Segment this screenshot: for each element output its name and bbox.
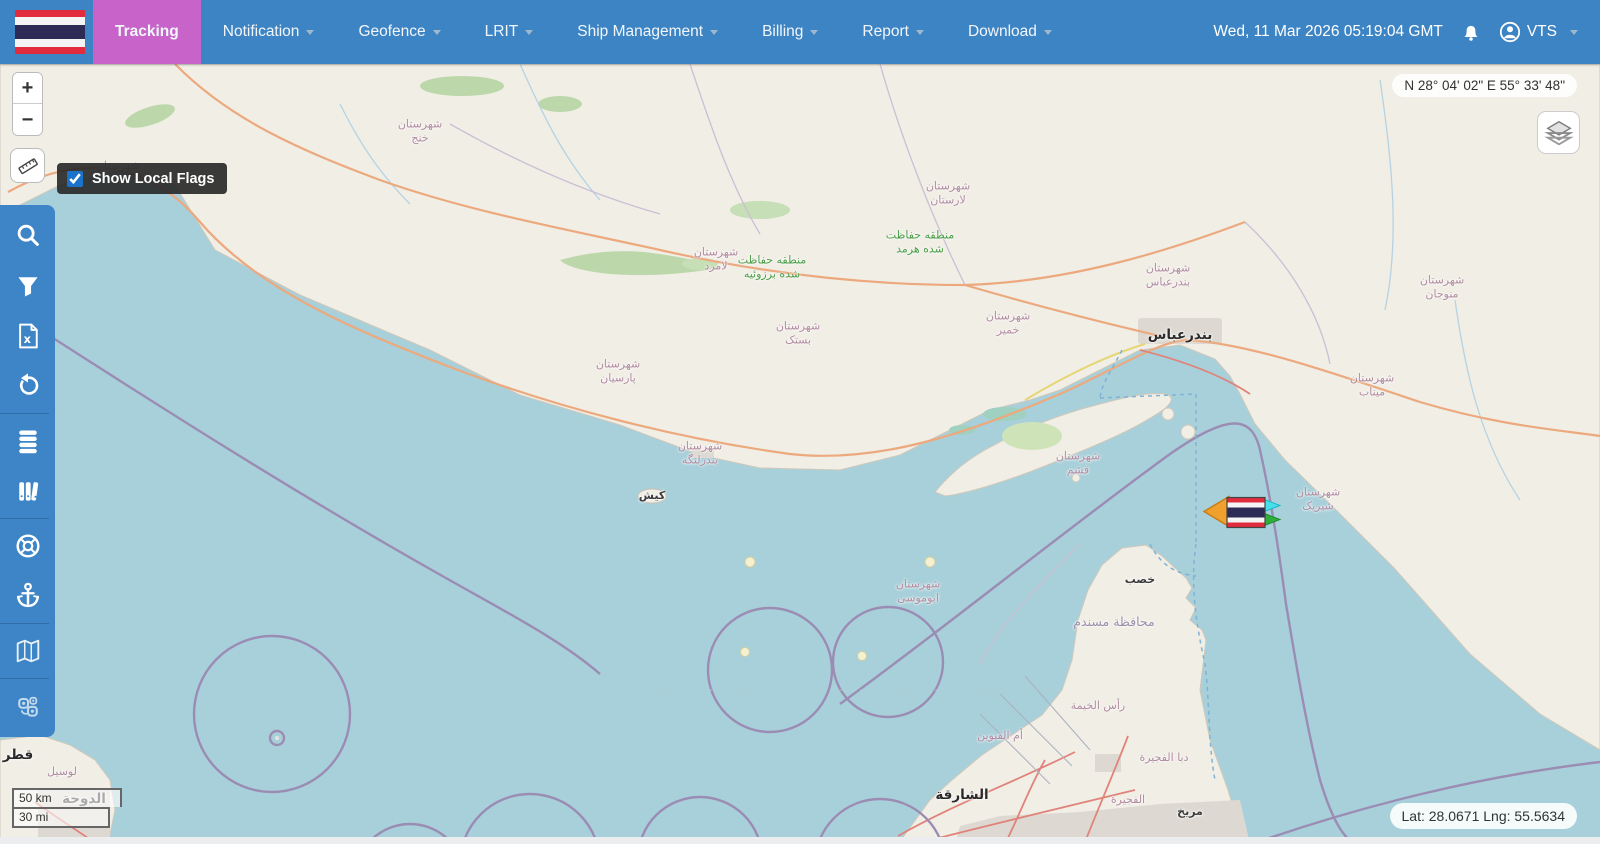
latlng-display: Lat: 28.0671 Lng: 55.5634	[1390, 803, 1577, 829]
excel-export-button[interactable]: x	[0, 311, 55, 361]
svg-text:x: x	[23, 332, 31, 346]
measure-tool-button[interactable]	[10, 148, 45, 183]
thailand-flag-logo[interactable]	[15, 10, 85, 54]
top-navbar: Tracking Notification Geofence LRIT Ship…	[0, 0, 1600, 64]
map-tools-sidebar: x	[0, 205, 55, 737]
bottom-edge-strip	[0, 837, 1600, 844]
chevron-down-icon	[810, 30, 818, 35]
divider	[0, 678, 49, 679]
layers-icon	[1544, 118, 1574, 148]
archive-icon	[14, 477, 42, 505]
divider	[0, 413, 49, 414]
thai-flag	[1227, 498, 1265, 528]
nav-billing[interactable]: Billing	[740, 0, 840, 64]
chevron-down-icon	[1570, 30, 1578, 35]
nav-report[interactable]: Report	[840, 0, 946, 64]
search-icon	[13, 221, 43, 251]
show-local-flags-label: Show Local Flags	[92, 171, 214, 187]
vts-application: Tracking Notification Geofence LRIT Ship…	[0, 0, 1600, 844]
nav-geofence[interactable]: Geofence	[336, 0, 462, 64]
main-menu: Tracking Notification Geofence LRIT Ship…	[93, 0, 1074, 64]
cluster-button[interactable]	[0, 681, 55, 731]
chevron-down-icon	[433, 30, 441, 35]
datetime-display: Wed, 11 Mar 2026 05:19:04 GMT	[1213, 23, 1442, 41]
map-artwork	[0, 64, 1600, 844]
layers-control-button[interactable]	[1537, 111, 1580, 154]
vessel-arrow-orange	[1204, 497, 1229, 527]
show-local-flags-toggle: Show Local Flags	[57, 163, 227, 194]
chevron-down-icon	[306, 30, 314, 35]
user-circle-icon	[1499, 21, 1521, 43]
search-button[interactable]	[0, 211, 55, 261]
notifications-bell-button[interactable]	[1461, 22, 1481, 42]
nav-ship-management[interactable]: Ship Management	[555, 0, 740, 64]
filter-button[interactable]	[0, 261, 55, 311]
divider	[0, 518, 49, 519]
map-scale-control: 50 km 30 mi	[12, 788, 122, 828]
scale-km: 50 km	[12, 788, 122, 807]
database-icon	[14, 427, 42, 455]
chevron-down-icon	[916, 30, 924, 35]
filter-icon	[14, 272, 42, 300]
navbar-right: Wed, 11 Mar 2026 05:19:04 GMT VTS	[1213, 21, 1600, 43]
refresh-button[interactable]	[0, 361, 55, 411]
zoom-control: + −	[12, 72, 43, 136]
nav-lrit[interactable]: LRIT	[463, 0, 556, 64]
excel-export-icon: x	[14, 322, 42, 350]
anchor-button[interactable]	[0, 571, 55, 621]
user-menu[interactable]: VTS	[1499, 21, 1578, 43]
zoom-in-button[interactable]: +	[13, 73, 42, 104]
show-local-flags-checkbox[interactable]	[67, 171, 83, 187]
lifebuoy-icon	[13, 531, 43, 561]
nav-notification[interactable]: Notification	[201, 0, 337, 64]
scale-mi: 30 mi	[12, 807, 110, 828]
zoom-out-button[interactable]: −	[13, 104, 42, 135]
map-button[interactable]	[0, 626, 55, 676]
nav-download[interactable]: Download	[946, 0, 1074, 64]
vessel-marker-thailand[interactable]	[1203, 496, 1283, 535]
user-label: VTS	[1527, 23, 1557, 41]
cluster-icon	[14, 692, 42, 720]
anchor-icon	[13, 581, 43, 611]
chevron-down-icon	[525, 30, 533, 35]
nav-tracking[interactable]: Tracking	[93, 0, 201, 64]
cursor-coordinates-display: N 28° 04' 02" E 55° 33' 48"	[1392, 74, 1577, 97]
chevron-down-icon	[710, 30, 718, 35]
map-canvas[interactable]: شهرستانشهرستان خنجشهرستان لارستانشهرستان…	[0, 64, 1600, 844]
divider	[0, 623, 49, 624]
map-icon	[13, 636, 43, 666]
refresh-icon	[14, 372, 42, 400]
chevron-down-icon	[1044, 30, 1052, 35]
archive-button[interactable]	[0, 466, 55, 516]
bell-icon	[1461, 22, 1481, 42]
ruler-icon	[17, 155, 39, 177]
database-button[interactable]	[0, 416, 55, 466]
lifebuoy-button[interactable]	[0, 521, 55, 571]
